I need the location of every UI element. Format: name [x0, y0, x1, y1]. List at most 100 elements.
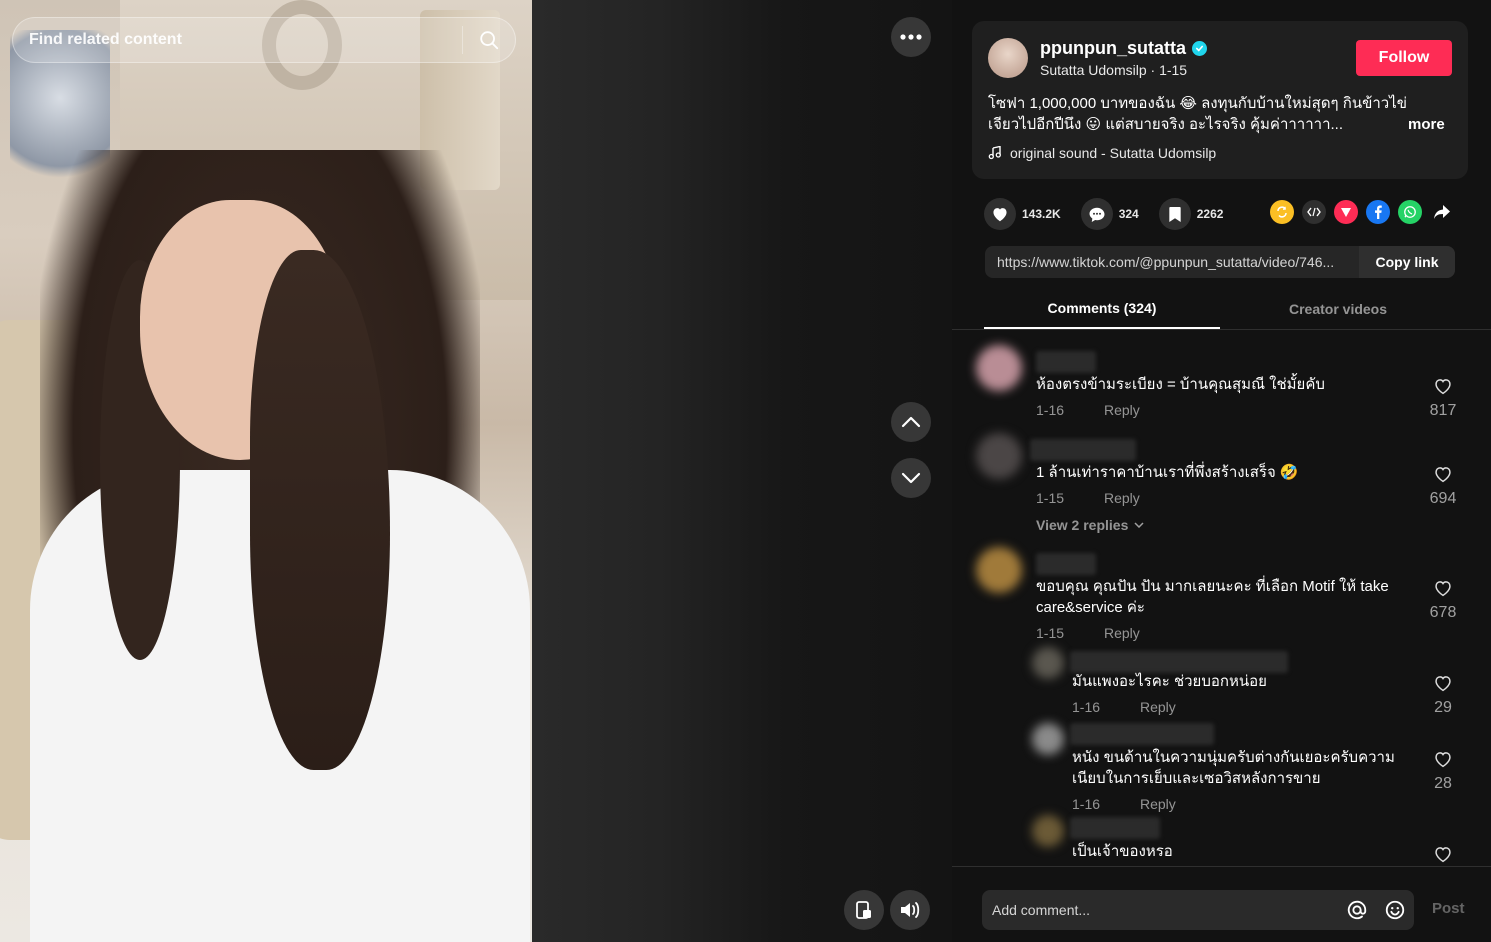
reply-text: เป็นเจ้าของหรอ	[1072, 843, 1173, 860]
mention-button[interactable]	[1338, 899, 1376, 921]
view-replies-button[interactable]: View 2 replies	[1036, 517, 1144, 533]
search-icon	[480, 31, 499, 50]
reply-username[interactable]	[1070, 723, 1214, 745]
repost-icon[interactable]	[1270, 200, 1294, 224]
search-bar[interactable]	[12, 17, 516, 63]
search-button[interactable]	[463, 17, 515, 63]
verified-badge-icon	[1192, 41, 1207, 56]
comment-like-count: 817	[1429, 402, 1457, 419]
comment-count: 324	[1118, 207, 1139, 221]
facebook-icon[interactable]	[1366, 200, 1390, 224]
reply-date: 1-16	[1072, 699, 1101, 715]
heart-outline-icon	[1435, 847, 1451, 863]
sound-name[interactable]: original sound - Sutatta Udomsilp	[1010, 145, 1216, 161]
comment-username[interactable]	[1030, 439, 1136, 461]
search-input[interactable]	[13, 31, 462, 49]
comment-action[interactable]: 324	[1080, 198, 1139, 230]
tab-creator-videos[interactable]: Creator videos	[1220, 288, 1456, 329]
like-action[interactable]: 143.2K	[984, 198, 1061, 230]
comment-reply-button[interactable]: Reply	[1104, 402, 1140, 418]
comment-date: 1-15	[1036, 625, 1065, 641]
bookmark-icon[interactable]	[1158, 198, 1191, 230]
share-icons	[1270, 200, 1454, 224]
like-count: 143.2K	[1022, 207, 1061, 221]
comment-reply-button[interactable]: Reply	[1104, 625, 1140, 641]
comment-like-button[interactable]: 694	[1423, 465, 1463, 508]
engagement-actions: 143.2K 324 2262	[984, 198, 1243, 230]
video-info-card: ppunpun_sutatta Sutatta Udomsilp · 1-15 …	[972, 21, 1468, 179]
comment-avatar[interactable]	[976, 433, 1022, 479]
comment-text: 1 ล้านเท่าราคาบ้านเราที่พึ่งสร้างเสร็จ 🤣	[1036, 464, 1299, 481]
comment-text: ขอบคุณ คุณปัน ปัน มากเลยนะคะ ที่เลือก Mo…	[1036, 578, 1389, 616]
next-video-button[interactable]	[891, 458, 931, 498]
author-username-row[interactable]: ppunpun_sutatta	[1040, 38, 1207, 59]
video-player[interactable]	[0, 0, 952, 942]
video-blurred-backdrop	[532, 0, 952, 942]
copy-link-button[interactable]: Copy link	[1359, 246, 1455, 278]
comment-avatar[interactable]	[976, 547, 1022, 593]
heart-outline-icon	[1435, 752, 1451, 768]
comment-date: 1-15	[1036, 490, 1065, 506]
reply-like-button[interactable]	[1423, 845, 1463, 866]
comment-avatar[interactable]	[976, 345, 1022, 391]
comment-list[interactable]: ห้องตรงข้ามระเบียง = บ้านคุณสุมณี ใช่มั้…	[952, 331, 1491, 866]
comment-composer: Post	[952, 866, 1491, 942]
reply-like-button[interactable]: 29	[1423, 674, 1463, 717]
picture-in-picture-button[interactable]	[844, 890, 884, 930]
video-url[interactable]: https://www.tiktok.com/@ppunpun_sutatta/…	[985, 254, 1359, 270]
view-replies-label[interactable]: View 2 replies	[1036, 517, 1128, 533]
follow-button[interactable]: Follow	[1356, 40, 1452, 76]
heart-outline-icon	[1435, 581, 1451, 597]
more-dots-icon	[900, 34, 922, 40]
comment-text: ห้องตรงข้ามระเบียง = บ้านคุณสุมณี ใช่มั้…	[1036, 376, 1325, 393]
reply-avatar[interactable]	[1032, 647, 1064, 679]
reply-username[interactable]	[1070, 651, 1288, 673]
tiktok-video-page: ppunpun_sutatta Sutatta Udomsilp · 1-15 …	[0, 0, 1491, 942]
floating-player-icon	[856, 901, 871, 919]
share-arrow-icon[interactable]	[1430, 200, 1454, 224]
sound-link[interactable]: original sound - Sutatta Udomsilp	[988, 145, 1216, 161]
embed-icon[interactable]	[1302, 200, 1326, 224]
reply-reply-button[interactable]: Reply	[1140, 699, 1176, 715]
panel-tabs: Comments (324) Creator videos	[952, 288, 1491, 330]
emoji-smile-icon	[1385, 900, 1405, 920]
author-subline: Sutatta Udomsilp · 1-15	[1040, 62, 1188, 78]
post-date: 1-15	[1159, 62, 1188, 78]
comment-date: 1-16	[1036, 402, 1065, 418]
reply-username[interactable]	[1070, 817, 1160, 839]
comment-like-count: 678	[1429, 604, 1457, 621]
description-more-link[interactable]: more	[1408, 116, 1445, 133]
reply-reply-button[interactable]: Reply	[1140, 796, 1176, 812]
comment-username[interactable]	[1036, 351, 1096, 373]
comment-reply-button[interactable]: Reply	[1104, 490, 1140, 506]
video-link-box: https://www.tiktok.com/@ppunpun_sutatta/…	[985, 246, 1455, 278]
tab-comments[interactable]: Comments (324)	[984, 288, 1220, 329]
heart-icon[interactable]	[984, 198, 1016, 230]
reply-like-button[interactable]: 28	[1423, 750, 1463, 793]
emoji-button[interactable]	[1376, 899, 1414, 921]
reply-avatar[interactable]	[1032, 815, 1064, 847]
comment-like-button[interactable]: 817	[1423, 377, 1463, 420]
video-frame[interactable]	[0, 0, 532, 942]
volume-icon	[901, 902, 920, 918]
author-avatar[interactable]	[988, 38, 1028, 78]
comment-username[interactable]	[1036, 553, 1096, 575]
reply-avatar[interactable]	[1032, 723, 1064, 755]
comment-input-box[interactable]	[982, 890, 1414, 930]
author-username[interactable]: ppunpun_sutatta	[1040, 38, 1186, 59]
reply-text: มันแพงอะไรคะ ช่วยบอกหน่อย	[1072, 673, 1267, 690]
comment-input[interactable]	[982, 902, 1338, 918]
comment-bubble-icon[interactable]	[1080, 198, 1113, 230]
more-options-button[interactable]	[891, 17, 931, 57]
heart-outline-icon	[1435, 676, 1451, 692]
comment-like-count: 694	[1429, 490, 1457, 507]
volume-button[interactable]	[890, 890, 930, 930]
whatsapp-icon[interactable]	[1398, 200, 1422, 224]
save-count: 2262	[1196, 207, 1224, 221]
reply-like-count: 28	[1434, 775, 1452, 792]
comment-like-button[interactable]: 678	[1423, 579, 1463, 622]
previous-video-button[interactable]	[891, 402, 931, 442]
save-action[interactable]: 2262	[1158, 198, 1224, 230]
send-icon[interactable]	[1334, 200, 1358, 224]
post-comment-button[interactable]: Post	[1432, 900, 1465, 917]
